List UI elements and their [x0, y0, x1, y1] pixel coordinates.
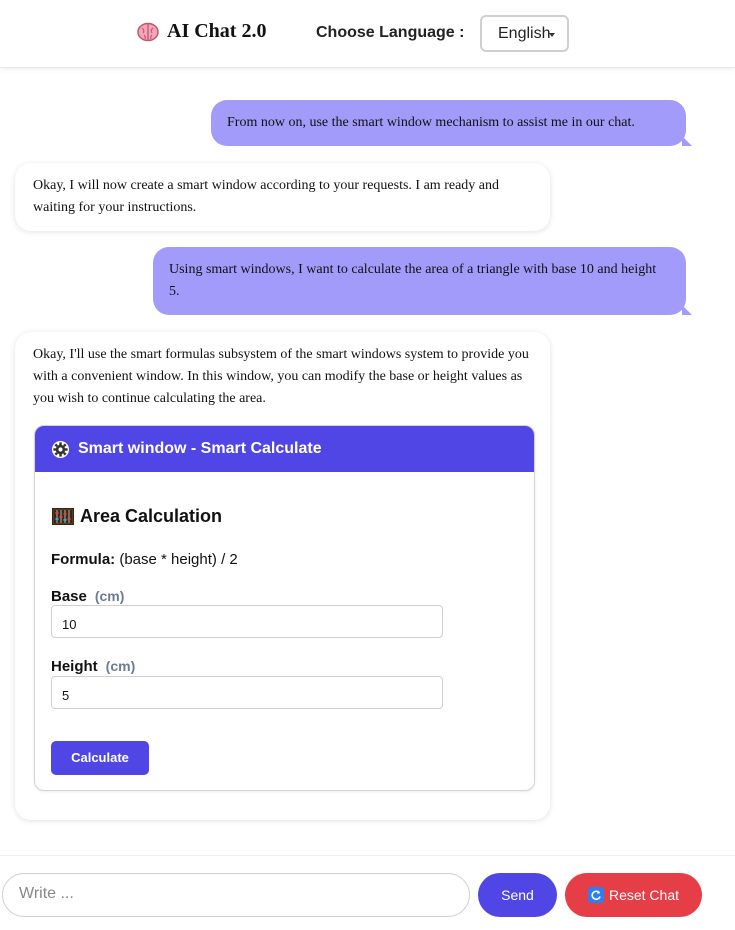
height-label-text: Height	[51, 658, 98, 675]
calculate-button[interactable]: Calculate	[51, 741, 149, 775]
base-label-text: Base	[51, 588, 87, 605]
abacus-icon	[52, 508, 74, 525]
reset-chat-button[interactable]: Reset Chat	[565, 873, 702, 917]
refresh-icon	[587, 887, 604, 903]
language-selected-value: English	[498, 25, 551, 42]
base-input[interactable]: 10	[51, 605, 443, 638]
message-text: Okay, I'll use the smart formulas subsys…	[33, 347, 529, 406]
formula-value: (base * height) / 2	[119, 551, 238, 568]
chat-area[interactable]: From now on, use the smart window mechan…	[0, 69, 735, 855]
height-label: Height (cm)	[51, 655, 135, 678]
message-input[interactable]: Write ...	[2, 873, 470, 917]
reset-chat-label: Reset Chat	[608, 887, 680, 903]
assistant-message: Okay, I will now create a smart window a…	[15, 163, 550, 231]
base-unit: (cm)	[94, 588, 125, 604]
brain-icon	[137, 22, 159, 41]
app-title: AI Chat 2.0	[167, 20, 267, 42]
user-message: Using smart windows, I want to calculate…	[153, 247, 692, 315]
base-input-value: 10	[62, 617, 77, 632]
message-text: Using smart windows, I want to calculate…	[169, 262, 657, 299]
language-select[interactable]: English	[480, 15, 569, 52]
bubble-tail	[682, 305, 692, 315]
formula-label: Formula:	[51, 551, 116, 568]
brand: AI Chat 2.0	[137, 20, 266, 43]
message-text: From now on, use the smart window mechan…	[227, 115, 635, 130]
assistant-message: Okay, I'll use the smart formulas subsys…	[15, 332, 550, 820]
language-label: Choose Language :	[316, 24, 465, 41]
app-header: AI Chat 2.0 Choose Language : English	[0, 0, 735, 68]
message-text: Okay, I will now create a smart window a…	[33, 178, 499, 215]
height-input-value: 5	[62, 688, 70, 703]
section-title: Area Calculation	[80, 506, 223, 526]
message-input-placeholder: Write ...	[19, 885, 74, 902]
user-message: From now on, use the smart window mechan…	[211, 100, 692, 146]
send-button[interactable]: Send	[478, 873, 557, 917]
composer-bar: Write ... Send Reset Chat	[0, 855, 735, 930]
smart-window-title: Smart window - Smart Calculate	[78, 440, 322, 457]
bubble-tail	[682, 136, 692, 146]
height-input[interactable]: 5	[51, 676, 443, 709]
smart-window-header: Smart window - Smart Calculate	[35, 426, 534, 472]
height-unit: (cm)	[105, 658, 136, 674]
gear-icon	[51, 440, 70, 458]
smart-window: Smart window - Smart Calculate Area Calc…	[34, 425, 535, 791]
formula: Formula: (base * height) / 2	[51, 549, 238, 571]
chevron-down-icon	[549, 33, 555, 37]
